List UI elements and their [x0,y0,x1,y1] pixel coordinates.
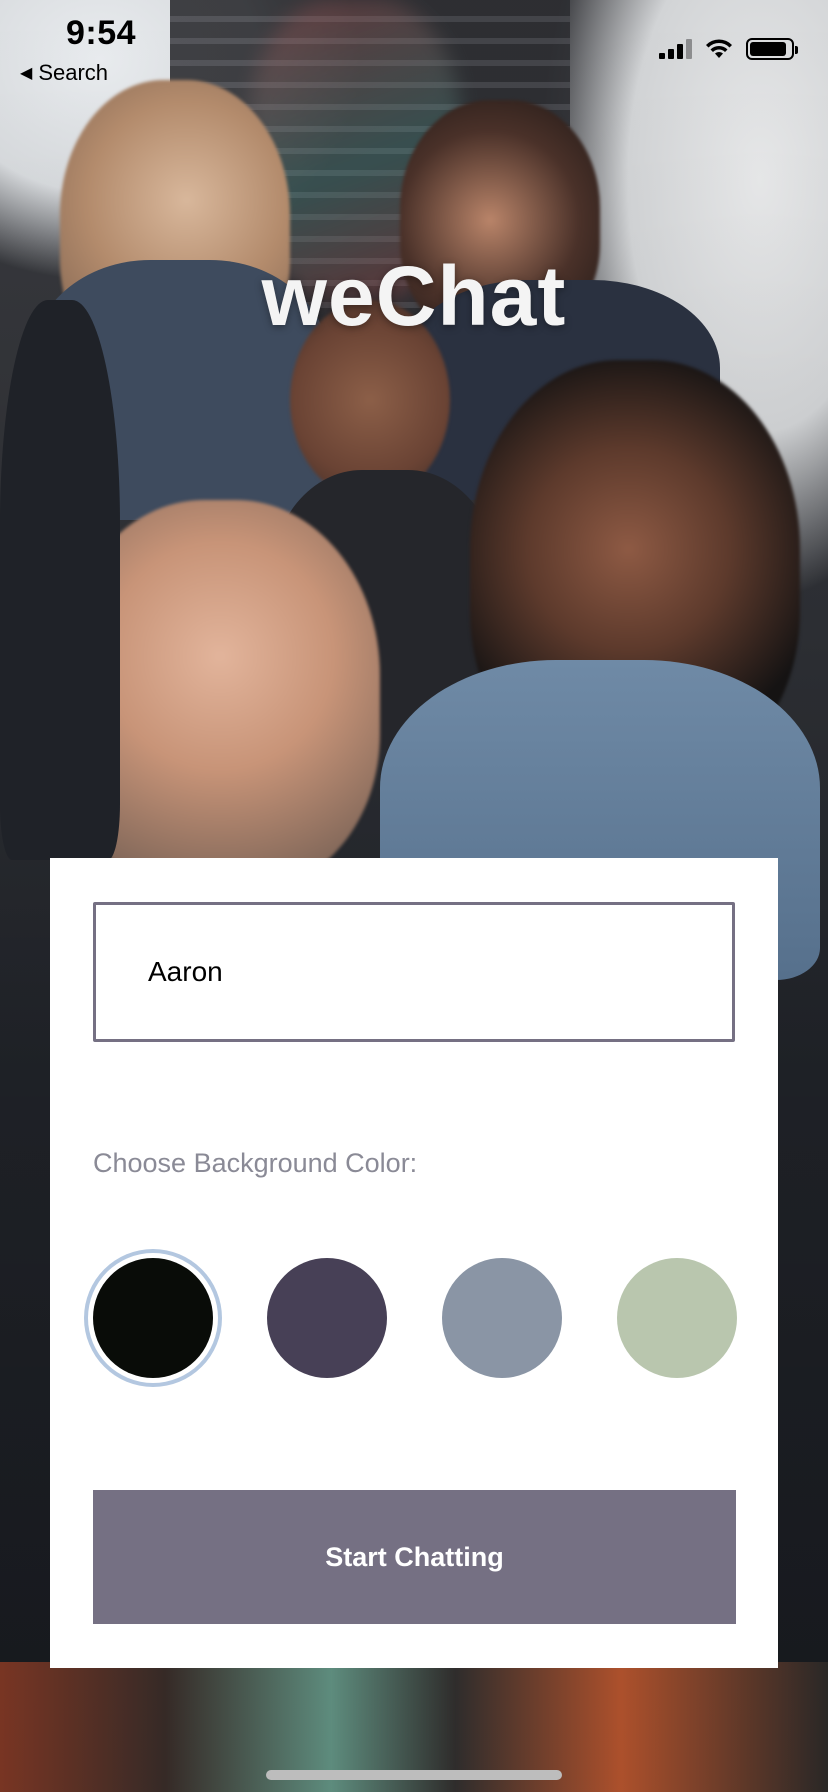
start-chatting-button[interactable]: Start Chatting [93,1490,736,1624]
home-indicator [266,1770,562,1780]
color-swatch-black[interactable] [93,1258,213,1378]
photo-figure [0,300,120,860]
status-bar: 9:54 ◀ Search [0,0,828,96]
start-screen: 9:54 ◀ Search weChat Choose [0,0,828,1792]
back-to-search-button[interactable]: ◀ Search [20,60,108,86]
wifi-icon [706,39,732,58]
status-time: 9:54 [66,14,137,52]
app-title: weChat [261,249,567,343]
color-swatch-purple[interactable] [267,1258,387,1378]
battery-fill [750,42,786,56]
back-arrow-icon: ◀ [20,65,33,82]
start-form-card: Choose Background Color: Start Chatting [50,858,778,1668]
color-swatch-group [93,1256,737,1380]
background-color-label: Choose Background Color: [93,1148,418,1178]
back-label: Search [38,60,109,85]
cellular-signal-icon [659,39,692,59]
color-swatch-green[interactable] [617,1258,737,1378]
battery-icon [746,38,798,60]
status-icons [659,38,798,60]
name-input[interactable] [93,902,735,1042]
color-swatch-gray[interactable] [442,1258,562,1378]
